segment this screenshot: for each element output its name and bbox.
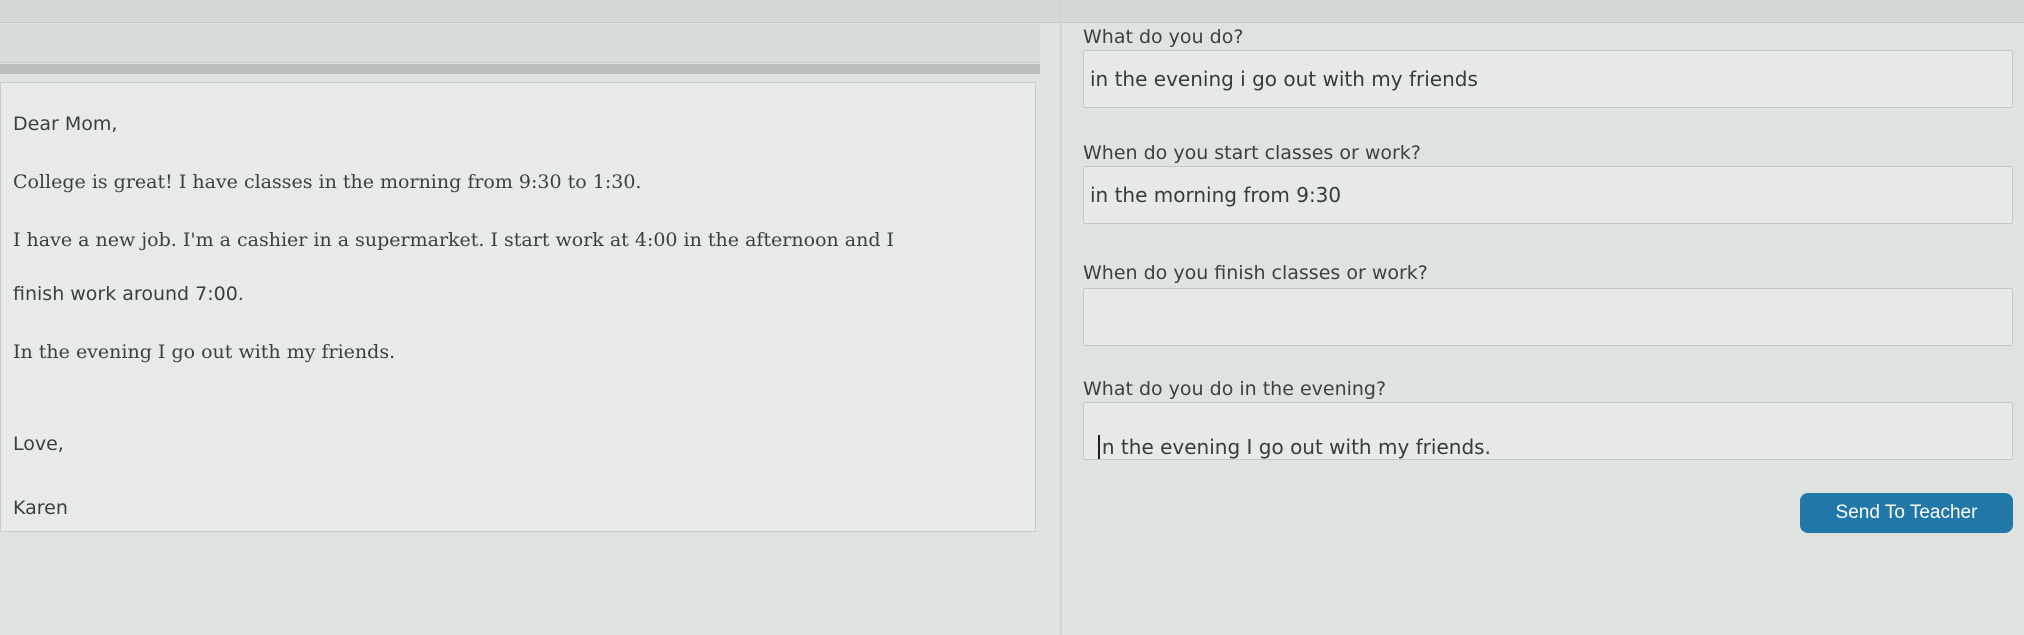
letter-line: I have a new job. I'm a cashier in a sup… bbox=[13, 229, 895, 251]
send-to-teacher-button[interactable]: Send To Teacher bbox=[1800, 493, 2013, 533]
question-3-label: When do you finish classes or work? bbox=[1083, 262, 1428, 284]
letter-line: In the evening I go out with my friends. bbox=[13, 341, 396, 363]
question-2-label: When do you start classes or work? bbox=[1083, 142, 1421, 164]
question-1-label: What do you do? bbox=[1083, 26, 1244, 48]
answer-4-field[interactable]: In the evening I go out with my friends. bbox=[1083, 402, 2013, 460]
answer-1-value: in the evening i go out with my friends bbox=[1090, 67, 1478, 91]
answer-4-text: In the evening I go out with my friends. bbox=[1096, 435, 1491, 459]
letter-signature: Karen bbox=[13, 497, 68, 519]
answer-2-field[interactable]: in the morning from 9:30 bbox=[1083, 166, 2013, 224]
letter-line: College is great! I have classes in the … bbox=[13, 171, 642, 193]
top-strip bbox=[0, 0, 2024, 23]
answer-2-value: in the morning from 9:30 bbox=[1090, 183, 1342, 207]
answer-3-field[interactable] bbox=[1083, 288, 2013, 346]
column-divider bbox=[1060, 0, 1062, 635]
letter-closing: Love, bbox=[13, 433, 64, 455]
answer-1-field[interactable]: in the evening i go out with my friends bbox=[1083, 50, 2013, 108]
letter-panel: Dear Mom, College is great! I have class… bbox=[0, 82, 1036, 532]
question-4-label: What do you do in the evening? bbox=[1083, 378, 1387, 400]
left-header-band bbox=[0, 24, 1040, 63]
text-caret bbox=[1098, 435, 1100, 459]
left-separator-band bbox=[0, 64, 1040, 74]
letter-line: finish work around 7:00. bbox=[13, 283, 244, 305]
letter-greeting: Dear Mom, bbox=[13, 113, 118, 135]
